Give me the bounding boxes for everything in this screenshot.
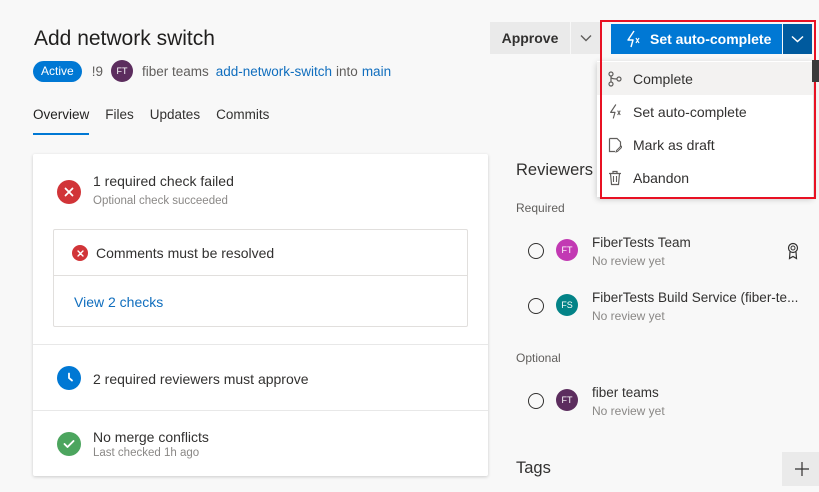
pr-id: !9 [91,63,103,79]
required-check-subtitle: Optional check succeeded [93,195,228,207]
tab-commits[interactable]: Commits [216,107,269,135]
reviewer-radio[interactable] [528,393,544,409]
reviewer-status: No review yet [592,309,665,323]
reviewer-status: No review yet [592,404,665,418]
comments-check-box: Comments must be resolved View 2 checks [53,229,468,327]
tab-overview[interactable]: Overview [33,107,90,135]
view-checks-link[interactable]: View 2 checks [74,294,163,310]
error-icon [72,245,88,261]
avatar: FT [556,389,578,411]
avatar[interactable]: FT [110,60,133,82]
divider [33,344,488,345]
reviewers-check-title: 2 required reviewers must approve [93,371,309,387]
page-title: Add network switch [34,27,215,50]
approve-button[interactable]: Approve [490,22,570,54]
error-icon [57,180,81,204]
status-badge: Active [33,60,82,82]
reviewer-name: FiberTests Build Service (fiber-te... [592,290,799,305]
reviewer-radio[interactable] [528,243,544,259]
reviewer-status: No review yet [592,254,665,268]
highlight-box [600,20,816,199]
tab-bar: Overview Files Updates Commits [33,107,285,135]
reviewer-radio[interactable] [528,298,544,314]
tags-title: Tags [516,459,551,477]
reviewer-name: FiberTests Team [592,235,691,250]
approve-dropdown-button[interactable] [571,22,601,54]
author-name: fiber teams [141,63,209,79]
merge-check-subtitle: Last checked 1h ago [93,447,200,459]
plus-icon [795,462,809,476]
required-badge-icon [786,242,800,265]
reviewer-name: fiber teams [592,385,659,400]
add-tag-button[interactable] [782,452,819,486]
required-check-title: 1 required check failed [93,173,234,189]
divider [33,410,488,411]
chevron-down-icon [580,35,592,42]
clock-icon [57,366,81,390]
divider [54,275,467,276]
reviewers-title: Reviewers [516,161,594,179]
panel-edge [812,60,819,82]
check-icon [57,432,81,456]
avatar: FT [556,239,578,261]
target-branch-link[interactable]: main [362,64,391,79]
into-label: into [336,63,358,79]
tab-files[interactable]: Files [105,107,134,135]
source-branch-link[interactable]: add-network-switch [216,64,332,79]
tab-updates[interactable]: Updates [150,107,200,135]
comments-check-title: Comments must be resolved [96,245,275,261]
avatar: FS [556,294,578,316]
required-label: Required [516,201,565,215]
pr-meta: Active !9 FT fiber teams add-network-swi… [33,60,391,82]
optional-label: Optional [516,351,561,365]
status-card: 1 required check failed Optional check s… [33,154,488,476]
merge-check-title: No merge conflicts [93,429,209,445]
